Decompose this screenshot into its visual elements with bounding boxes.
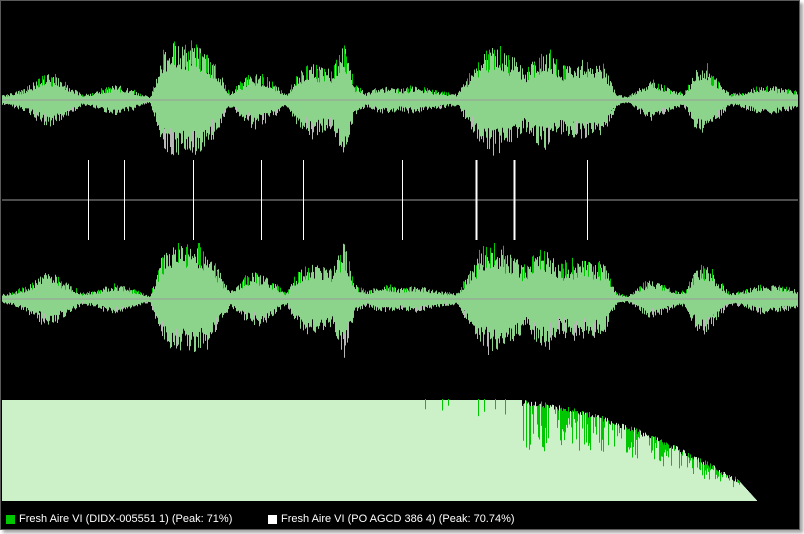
legend-item-series-b: Fresh Aire VI (PO AGCD 386 4) (Peak: 70.… <box>268 509 515 529</box>
waveform-channel-bottom <box>2 243 798 368</box>
legend-label-series-a: Fresh Aire VI (DIDX-005551 1) (Peak: 71%… <box>19 513 233 525</box>
legend-swatch-green <box>6 514 15 524</box>
legend-item-series-a: Fresh Aire VI (DIDX-005551 1) (Peak: 71%… <box>6 509 232 529</box>
spectrum-svg <box>2 399 757 501</box>
marker-panel <box>2 156 798 246</box>
waveform-fill-series-a <box>2 243 798 352</box>
waveform-fill-series-a <box>2 43 798 156</box>
legend-label-series-b: Fresh Aire VI (PO AGCD 386 4) (Peak: 70.… <box>281 513 515 525</box>
spectrum-panel <box>2 399 798 501</box>
spectrum-fill <box>2 400 757 501</box>
marker-svg <box>2 160 798 240</box>
waveform-peaks-series-b <box>7 301 789 358</box>
legend-swatch-white <box>268 514 277 524</box>
waveform-comparison-window: Fresh Aire VI (DIDX-005551 1) (Peak: 71%… <box>0 0 800 530</box>
waveform-peaks-series-a <box>7 40 796 98</box>
waveform-svg <box>2 243 798 358</box>
legend: Fresh Aire VI (DIDX-005551 1) (Peak: 71%… <box>2 509 798 529</box>
waveform-peaks-series-a <box>9 243 790 297</box>
